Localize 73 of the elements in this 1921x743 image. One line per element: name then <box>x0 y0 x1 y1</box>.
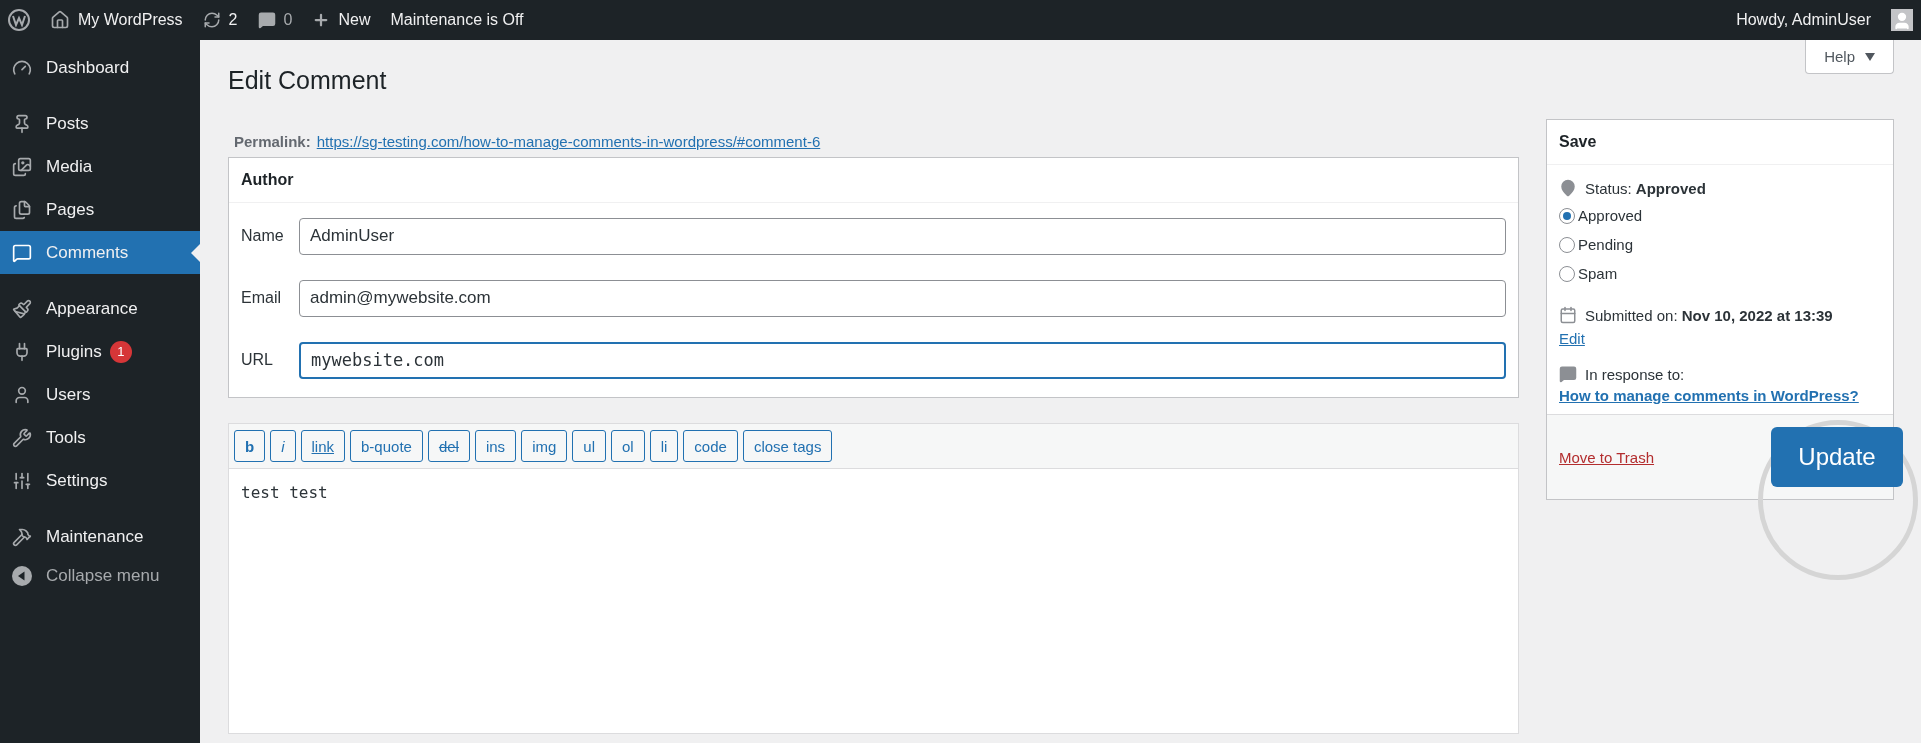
speech-bubble-icon <box>257 11 276 29</box>
speech-bubble-icon <box>12 242 32 263</box>
input-field[interactable]: admin@mywebsite.com <box>299 279 1506 317</box>
sidebar-item[interactable]: Maintenance <box>0 515 200 558</box>
hammer-icon <box>12 526 32 547</box>
pin-icon <box>1559 179 1577 197</box>
sidebar-item[interactable]: Tools <box>0 416 200 459</box>
sidebar-item[interactable]: Appearance <box>0 287 200 330</box>
count-badge: 1 <box>109 340 132 363</box>
trash-link[interactable]: Move to Trash <box>1559 448 1655 466</box>
field-label: Name <box>241 227 285 245</box>
status-radio[interactable]: Approved <box>1559 201 1881 230</box>
collapse-menu-button[interactable]: Collapse menu <box>0 561 200 591</box>
format-button[interactable]: link <box>300 430 346 462</box>
permalink-link[interactable]: https://sg-testing.com/how-to-manage-comments-in-wordpress/#comment-6 <box>316 133 821 150</box>
panel-title: Author <box>241 171 294 189</box>
sliders-icon <box>12 470 32 491</box>
greeting[interactable]: Howdy, AdminUser <box>1736 11 1871 29</box>
input-field[interactable]: AdminUser <box>299 217 1506 255</box>
updates-link[interactable]: 2 <box>202 11 238 29</box>
home-icon <box>50 10 70 30</box>
response-label: In response to: <box>1585 365 1685 383</box>
maintenance-link[interactable]: Maintenance is Off <box>390 11 524 29</box>
menu-pointer <box>191 243 200 262</box>
format-button[interactable]: close tags <box>742 430 833 462</box>
images-icon <box>12 156 32 177</box>
comment-text-area[interactable]: test test <box>229 469 1518 733</box>
format-button[interactable]: code <box>683 430 738 462</box>
paintbrush-icon <box>12 298 32 319</box>
logo-icon[interactable] <box>8 9 30 31</box>
sidebar-item[interactable]: Media <box>0 145 200 188</box>
format-button[interactable]: img <box>521 430 568 462</box>
input-field[interactable]: mywebsite.com <box>299 341 1506 379</box>
format-button[interactable]: ol <box>611 430 645 462</box>
status-radio[interactable]: Spam <box>1559 259 1881 288</box>
format-button[interactable]: b <box>234 430 266 462</box>
format-button[interactable]: b-quote <box>350 430 423 462</box>
sidebar-item[interactable]: Comments <box>0 231 200 274</box>
person-icon <box>1892 11 1912 31</box>
post-link[interactable]: How to manage comments in WordPress? <box>1559 387 1859 404</box>
new-link[interactable]: New <box>312 11 371 29</box>
caret-icon <box>1865 52 1875 61</box>
pages-icon <box>12 199 32 220</box>
status-radio[interactable]: Pending <box>1559 230 1881 259</box>
format-button[interactable]: ins <box>474 430 517 462</box>
sidebar-item[interactable]: Dashboard <box>0 46 200 89</box>
field-label: Email <box>241 289 282 307</box>
wrench-icon <box>12 427 32 448</box>
field-label: URL <box>241 351 274 369</box>
sidebar-item[interactable]: Plugins 1 <box>0 330 200 373</box>
help-button[interactable]: Help <box>1805 40 1894 74</box>
person-icon <box>12 384 32 405</box>
comment-icon <box>1559 365 1577 383</box>
site-link[interactable]: My WordPress <box>50 10 183 30</box>
refresh-icon <box>202 11 221 29</box>
submitted-text: Submitted on: Nov 10, 2022 at 13:39 <box>1585 306 1833 324</box>
format-button[interactable]: i <box>270 430 296 462</box>
sidebar-item[interactable]: Users <box>0 373 200 416</box>
sidebar-item[interactable]: Settings <box>0 459 200 502</box>
format-button[interactable]: ul <box>572 430 606 462</box>
page-title: Edit Comment <box>228 66 387 95</box>
panel-title: Save <box>1559 133 1597 151</box>
status-text: Status: Approved <box>1585 179 1706 197</box>
sidebar-item[interactable]: Pages <box>0 188 200 231</box>
comments-link[interactable]: 0 <box>257 11 293 29</box>
format-button[interactable]: del <box>427 430 470 462</box>
format-button[interactable]: li <box>649 430 679 462</box>
sidebar-item[interactable]: Posts <box>0 102 200 145</box>
calendar-icon <box>1559 306 1577 324</box>
edit-link[interactable]: Edit <box>1559 330 1585 347</box>
update-button[interactable]: Update <box>1771 427 1903 487</box>
pin-icon <box>12 113 32 134</box>
permalink-label: Permalink: <box>234 133 311 150</box>
